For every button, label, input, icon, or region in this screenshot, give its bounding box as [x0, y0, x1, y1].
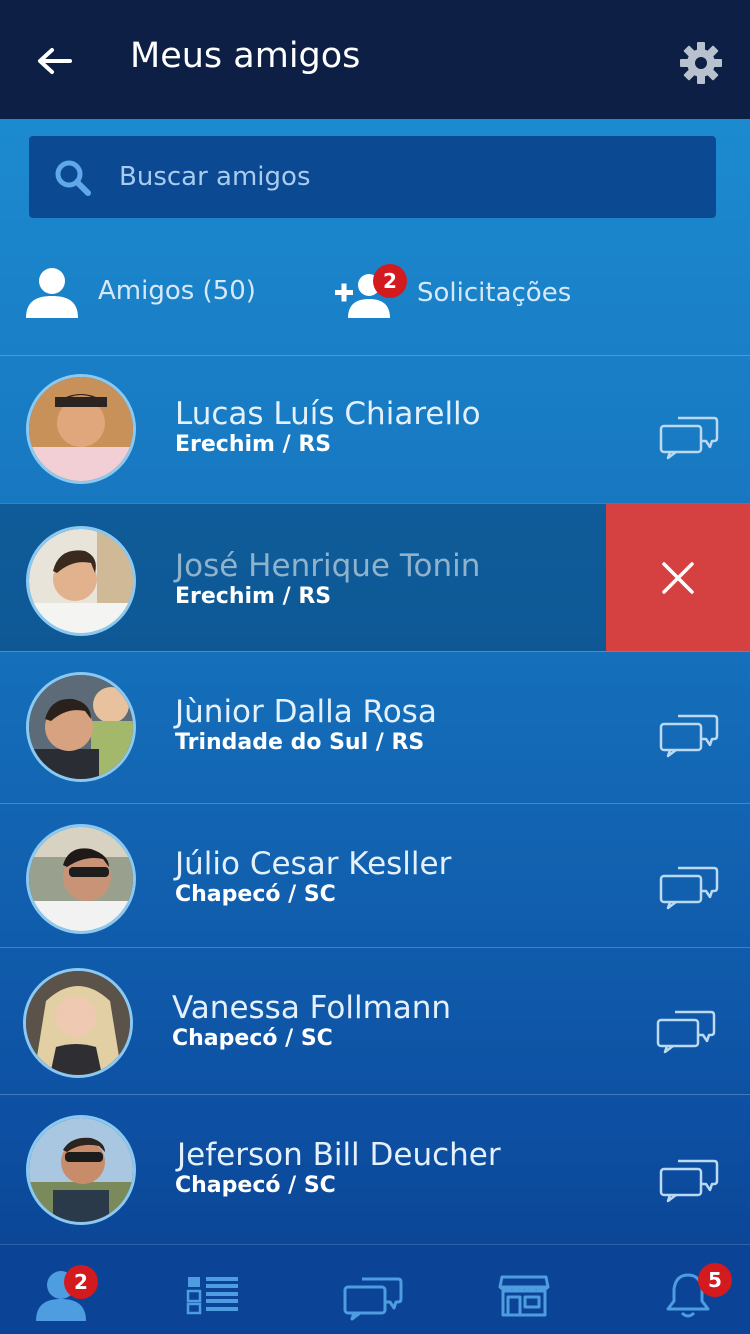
- avatar[interactable]: [26, 824, 136, 934]
- friend-name: Jeferson Bill Deucher: [177, 1137, 501, 1173]
- friend-name: Vanessa Follmann: [172, 990, 452, 1026]
- tab-requests-label: Solicitações: [417, 278, 572, 308]
- bottom-navigation: 2 5: [0, 1244, 750, 1334]
- avatar[interactable]: [23, 968, 133, 1078]
- avatar[interactable]: [26, 526, 136, 636]
- chat-icon: [659, 866, 719, 910]
- feed-list-icon: [186, 1277, 238, 1315]
- notifications-badge: 5: [698, 1263, 732, 1297]
- list-item[interactable]: Lucas Luís Chiarello Erechim / RS: [0, 355, 750, 503]
- friend-location: Trindade do Sul / RS: [175, 730, 425, 755]
- search-icon: [55, 160, 91, 196]
- store-icon: [498, 1275, 550, 1317]
- nav-store[interactable]: [474, 1245, 574, 1334]
- chat-button[interactable]: [658, 864, 720, 910]
- tab-requests[interactable]: 2 Solicitações: [332, 250, 632, 340]
- friend-name: José Henrique Tonin: [175, 548, 481, 584]
- chat-icon: [659, 714, 719, 758]
- arrow-left-icon: [38, 48, 72, 74]
- gear-icon: [680, 42, 722, 84]
- top-bar: Meus amigos: [0, 0, 750, 119]
- list-item[interactable]: Jeferson Bill Deucher Chapecó / SC: [0, 1094, 750, 1242]
- remove-friend-button[interactable]: [606, 504, 750, 651]
- nav-feed[interactable]: [164, 1245, 264, 1334]
- back-button[interactable]: [30, 38, 80, 84]
- friends-badge: 2: [64, 1265, 98, 1299]
- chat-icon: [656, 1010, 716, 1054]
- friend-name: Jùnior Dalla Rosa: [175, 694, 437, 730]
- friend-location: Erechim / RS: [175, 584, 332, 609]
- settings-button[interactable]: [678, 40, 724, 86]
- friend-name: Lucas Luís Chiarello: [175, 396, 481, 432]
- nav-friends[interactable]: 2: [22, 1245, 122, 1334]
- avatar[interactable]: [26, 672, 136, 782]
- chat-icon: [343, 1277, 403, 1321]
- search-bar: [29, 136, 716, 218]
- list-item[interactable]: Júlio Cesar Kesller Chapecó / SC: [0, 803, 750, 947]
- user-icon: [26, 268, 78, 318]
- avatar[interactable]: [26, 374, 136, 484]
- nav-notifications[interactable]: 5: [640, 1245, 740, 1334]
- chat-icon: [659, 416, 719, 460]
- list-item[interactable]: Jùnior Dalla Rosa Trindade do Sul / RS: [0, 651, 750, 799]
- friend-location: Chapecó / SC: [172, 1026, 333, 1051]
- nav-chat[interactable]: [322, 1245, 422, 1334]
- list-item[interactable]: Vanessa Follmann Chapecó / SC: [0, 947, 750, 1094]
- chat-icon: [659, 1159, 719, 1203]
- page-title: Meus amigos: [130, 36, 361, 76]
- friend-name: Júlio Cesar Kesller: [175, 846, 452, 882]
- friends-tabs: Amigos (50) 2 Solicitações: [0, 250, 750, 355]
- friend-location: Erechim / RS: [175, 432, 332, 457]
- search-input[interactable]: [119, 136, 699, 218]
- requests-badge: 2: [373, 264, 407, 298]
- list-item[interactable]: José Henrique Tonin Erechim / RS: [0, 503, 750, 651]
- chat-button[interactable]: [658, 414, 720, 460]
- chat-button[interactable]: [658, 712, 720, 758]
- tab-friends[interactable]: Amigos (50): [22, 250, 302, 340]
- friend-location: Chapecó / SC: [175, 882, 336, 907]
- avatar[interactable]: [26, 1115, 136, 1225]
- friend-location: Chapecó / SC: [175, 1173, 336, 1198]
- chat-button[interactable]: [655, 1008, 717, 1054]
- chat-button[interactable]: [658, 1157, 720, 1203]
- tab-friends-label: Amigos (50): [98, 276, 256, 306]
- close-icon: [662, 562, 694, 594]
